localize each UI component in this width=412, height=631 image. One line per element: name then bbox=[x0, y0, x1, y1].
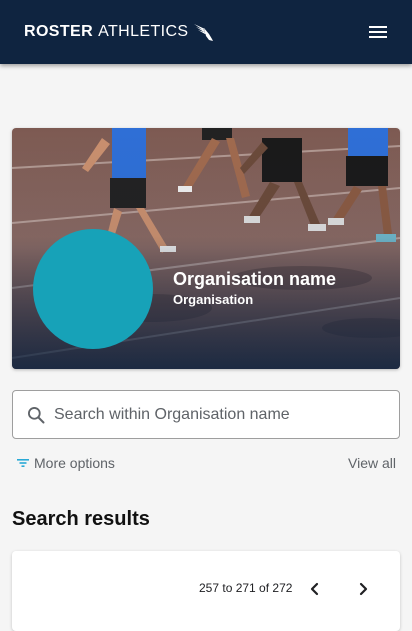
app-header: ROSTER ATHLETICS bbox=[0, 0, 412, 64]
organisation-name: Organisation name bbox=[173, 269, 337, 289]
logo-text-bold: ROSTER bbox=[24, 23, 94, 40]
hamburger-menu-icon bbox=[369, 26, 387, 38]
roster-athletics-logo[interactable]: ROSTER ATHLETICS bbox=[24, 22, 214, 42]
logo-text-light: ATHLETICS bbox=[98, 23, 189, 40]
organisation-hero-card: Organisation name Organisation bbox=[12, 128, 400, 369]
search-field[interactable] bbox=[12, 390, 400, 439]
previous-page-button[interactable] bbox=[303, 577, 327, 601]
organisation-type: Organisation bbox=[173, 292, 254, 307]
search-input[interactable] bbox=[54, 405, 374, 424]
winged-shoe-icon bbox=[193, 24, 213, 41]
search-results-heading: Search results bbox=[12, 508, 150, 530]
search-icon bbox=[28, 406, 45, 423]
search-results-card: 257 to 271 of 272 bbox=[12, 551, 400, 631]
chevron-left-icon bbox=[310, 582, 319, 596]
pagination-range: 257 to 271 of 272 bbox=[199, 581, 293, 595]
menu-button[interactable] bbox=[366, 20, 390, 44]
chevron-right-icon bbox=[359, 582, 368, 596]
more-options-label: More options bbox=[34, 455, 115, 471]
next-page-button[interactable] bbox=[351, 577, 375, 601]
more-options-button[interactable]: More options bbox=[16, 455, 115, 471]
filter-icon bbox=[17, 459, 29, 467]
organisation-avatar bbox=[33, 229, 153, 349]
view-all-link[interactable]: View all bbox=[348, 455, 396, 471]
